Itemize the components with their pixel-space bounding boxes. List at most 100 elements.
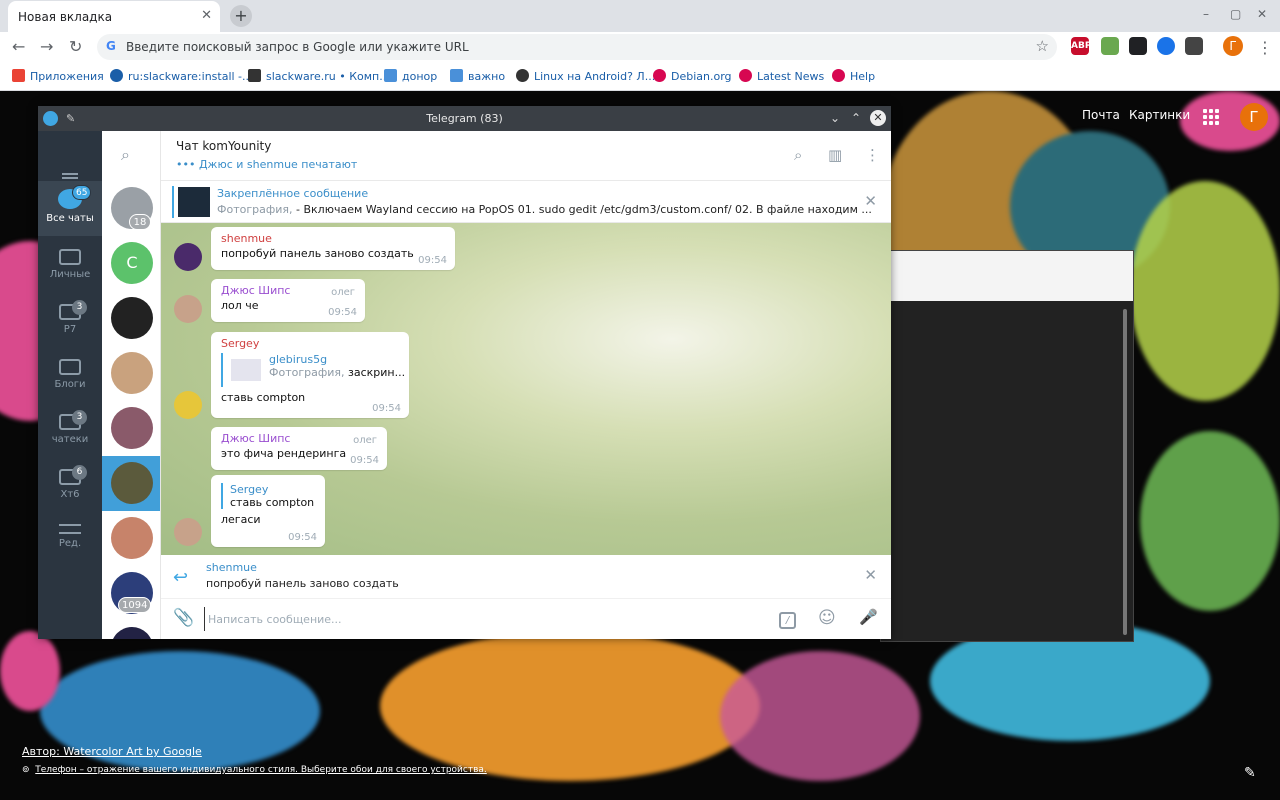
chat-header[interactable]: Чат komYounity ••• Джюс и shenmue печата… <box>161 131 891 181</box>
unread-badge: 1094 <box>118 597 152 613</box>
pinned-thumbnail <box>178 187 210 217</box>
tab-title: Новая вкладка <box>18 10 113 24</box>
reply-bar: ↩ shenmue попробуй панель заново создать… <box>161 555 891 599</box>
message[interactable]: Джюс Шипс олег это фича рендеринга 09:54 <box>211 427 387 470</box>
message-sender[interactable]: shenmue <box>221 232 445 245</box>
folder-xt6[interactable]: 6 Хт6 <box>38 461 102 516</box>
message[interactable]: shenmue попробуй панель заново создать 0… <box>211 227 455 270</box>
more-icon[interactable]: ⋮ <box>865 146 880 164</box>
message[interactable]: Sergey ставь compton легаси 09:54 <box>211 475 325 547</box>
folder-blogs[interactable]: Блоги <box>38 351 102 406</box>
cancel-reply-icon[interactable]: ✕ <box>864 566 877 584</box>
extension-icon[interactable] <box>1101 37 1119 55</box>
google-profile-avatar[interactable]: Г <box>1240 103 1268 131</box>
minimize-icon[interactable]: – <box>1203 7 1209 21</box>
adblock-icon[interactable]: ABP <box>1071 37 1091 55</box>
chat-list-item-selected[interactable] <box>102 456 160 511</box>
extension-icon[interactable] <box>1185 37 1203 55</box>
message[interactable]: Джюс Шипс олег лол че 09:54 <box>211 279 365 322</box>
close-pinned-icon[interactable]: ✕ <box>864 192 877 210</box>
background-window <box>880 250 1134 642</box>
new-tab-button[interactable]: + <box>230 5 252 27</box>
pinned-message[interactable]: Закреплённое сообщение Фотография, - Вкл… <box>161 181 891 223</box>
chat-list-item[interactable] <box>102 291 160 346</box>
back-icon[interactable]: ← <box>12 37 25 56</box>
bot-commands-icon[interactable]: / <box>779 612 796 629</box>
chat-title: Чат komYounity <box>176 139 272 153</box>
bookmark-apps[interactable]: Приложения <box>12 69 104 83</box>
folder-label: Ред. <box>58 538 82 549</box>
reload-icon[interactable]: ↻ <box>69 37 82 56</box>
message-text: легаси <box>221 513 261 526</box>
folder-p7[interactable]: 3 P7 <box>38 296 102 351</box>
scrollbar[interactable] <box>1123 309 1127 635</box>
gmail-link[interactable]: Почта <box>1082 108 1120 122</box>
reply-to-name[interactable]: shenmue <box>206 561 257 574</box>
customize-edit-icon[interactable]: ✎ <box>1244 765 1256 781</box>
folder-label: Хт6 <box>60 489 80 500</box>
sidebar-toggle-icon[interactable]: ▥ <box>828 146 842 164</box>
folder-chateki[interactable]: 3 чатеки <box>38 406 102 461</box>
forward-icon[interactable]: → <box>40 37 53 56</box>
message-input[interactable] <box>204 607 764 631</box>
unread-badge: 18 <box>129 214 151 230</box>
chat-list-item[interactable]: 1094 <box>102 566 160 621</box>
omnibox[interactable]: G Введите поисковый запрос в Google или … <box>97 34 1057 60</box>
menu-icon[interactable] <box>62 177 78 179</box>
maximize-icon[interactable]: ⌃ <box>851 106 861 131</box>
bookmark-latest-news[interactable]: Latest News <box>739 69 824 83</box>
bookmark-folder-vazhno[interactable]: важно <box>450 69 505 83</box>
chat-list-item[interactable]: 18 <box>102 181 160 236</box>
profile-avatar[interactable]: Г <box>1223 36 1243 56</box>
attach-icon[interactable]: 📎 <box>173 608 194 628</box>
folder-icon <box>59 249 81 265</box>
google-apps-icon[interactable] <box>1203 109 1219 125</box>
message-time: 09:54 <box>418 255 447 266</box>
pin-window-icon[interactable]: ✎ <box>66 106 75 131</box>
minimize-icon[interactable]: ⌄ <box>830 106 840 131</box>
folder-edit[interactable]: Ред. <box>38 516 102 571</box>
close-icon[interactable]: ✕ <box>870 110 886 126</box>
message-sender[interactable]: Sergey <box>221 337 399 350</box>
avatar[interactable] <box>174 518 202 546</box>
chat-list-item[interactable] <box>102 621 160 639</box>
bookmark-debian[interactable]: Debian.org <box>653 69 732 83</box>
chat-list-item[interactable] <box>102 346 160 401</box>
message[interactable]: Sergey glebirus5g Фотография, заскрин...… <box>211 332 409 418</box>
avatar[interactable] <box>174 295 202 323</box>
extension-icon[interactable] <box>1129 37 1147 55</box>
folder-personal[interactable]: Личные <box>38 241 102 296</box>
avatar[interactable] <box>174 391 202 419</box>
close-window-icon[interactable]: ✕ <box>1257 7 1267 21</box>
chat-list-item[interactable]: C <box>102 236 160 291</box>
microphone-icon[interactable]: 🎤 <box>859 608 878 626</box>
bookmark-slackware-install[interactable]: ru:slackware:install -... <box>110 69 253 83</box>
avatar <box>111 627 153 639</box>
bookmark-folder-donor[interactable]: донор <box>384 69 437 83</box>
bookmark-help[interactable]: Help <box>832 69 875 83</box>
avatar[interactable] <box>174 243 202 271</box>
bookmark-star-icon[interactable]: ☆ <box>1036 37 1049 55</box>
emoji-icon[interactable]: ☺ <box>818 608 836 628</box>
extension-icon[interactable] <box>1157 37 1175 55</box>
folder-all-chats[interactable]: 65 Все чаты <box>38 181 102 236</box>
chat-list-item[interactable] <box>102 401 160 456</box>
typing-status: ••• Джюс и shenmue печатают <box>176 158 358 171</box>
bookmark-slackware-ru[interactable]: slackware.ru • Комп... <box>248 69 390 83</box>
reply-preview[interactable]: Sergey ставь compton <box>221 483 315 509</box>
promo-link[interactable]: Телефон – отражение вашего индивидуально… <box>35 765 487 775</box>
message-list: shenmue попробуй панель заново создать 0… <box>161 223 891 555</box>
background-credit-link[interactable]: Автор: Watercolor Art by Google <box>22 745 202 758</box>
search-icon[interactable]: ⌕ <box>794 146 802 164</box>
search-icon[interactable]: ⌕ <box>121 145 130 165</box>
maximize-icon[interactable]: ▢ <box>1230 7 1241 21</box>
tab-new-tab[interactable]: Новая вкладка ✕ <box>8 1 220 32</box>
message-text: попробуй панель заново создать <box>221 247 414 260</box>
bookmark-linux-android[interactable]: Linux на Android? Л... <box>516 69 655 83</box>
chrome-menu-icon[interactable]: ⋮ <box>1257 38 1273 57</box>
chat-list-item[interactable] <box>102 511 160 566</box>
images-link[interactable]: Картинки <box>1129 108 1190 122</box>
folder-badge: 3 <box>72 410 87 425</box>
tab-close-icon[interactable]: ✕ <box>201 8 212 23</box>
reply-preview[interactable]: glebirus5g Фотография, заскрин... <box>221 353 405 387</box>
